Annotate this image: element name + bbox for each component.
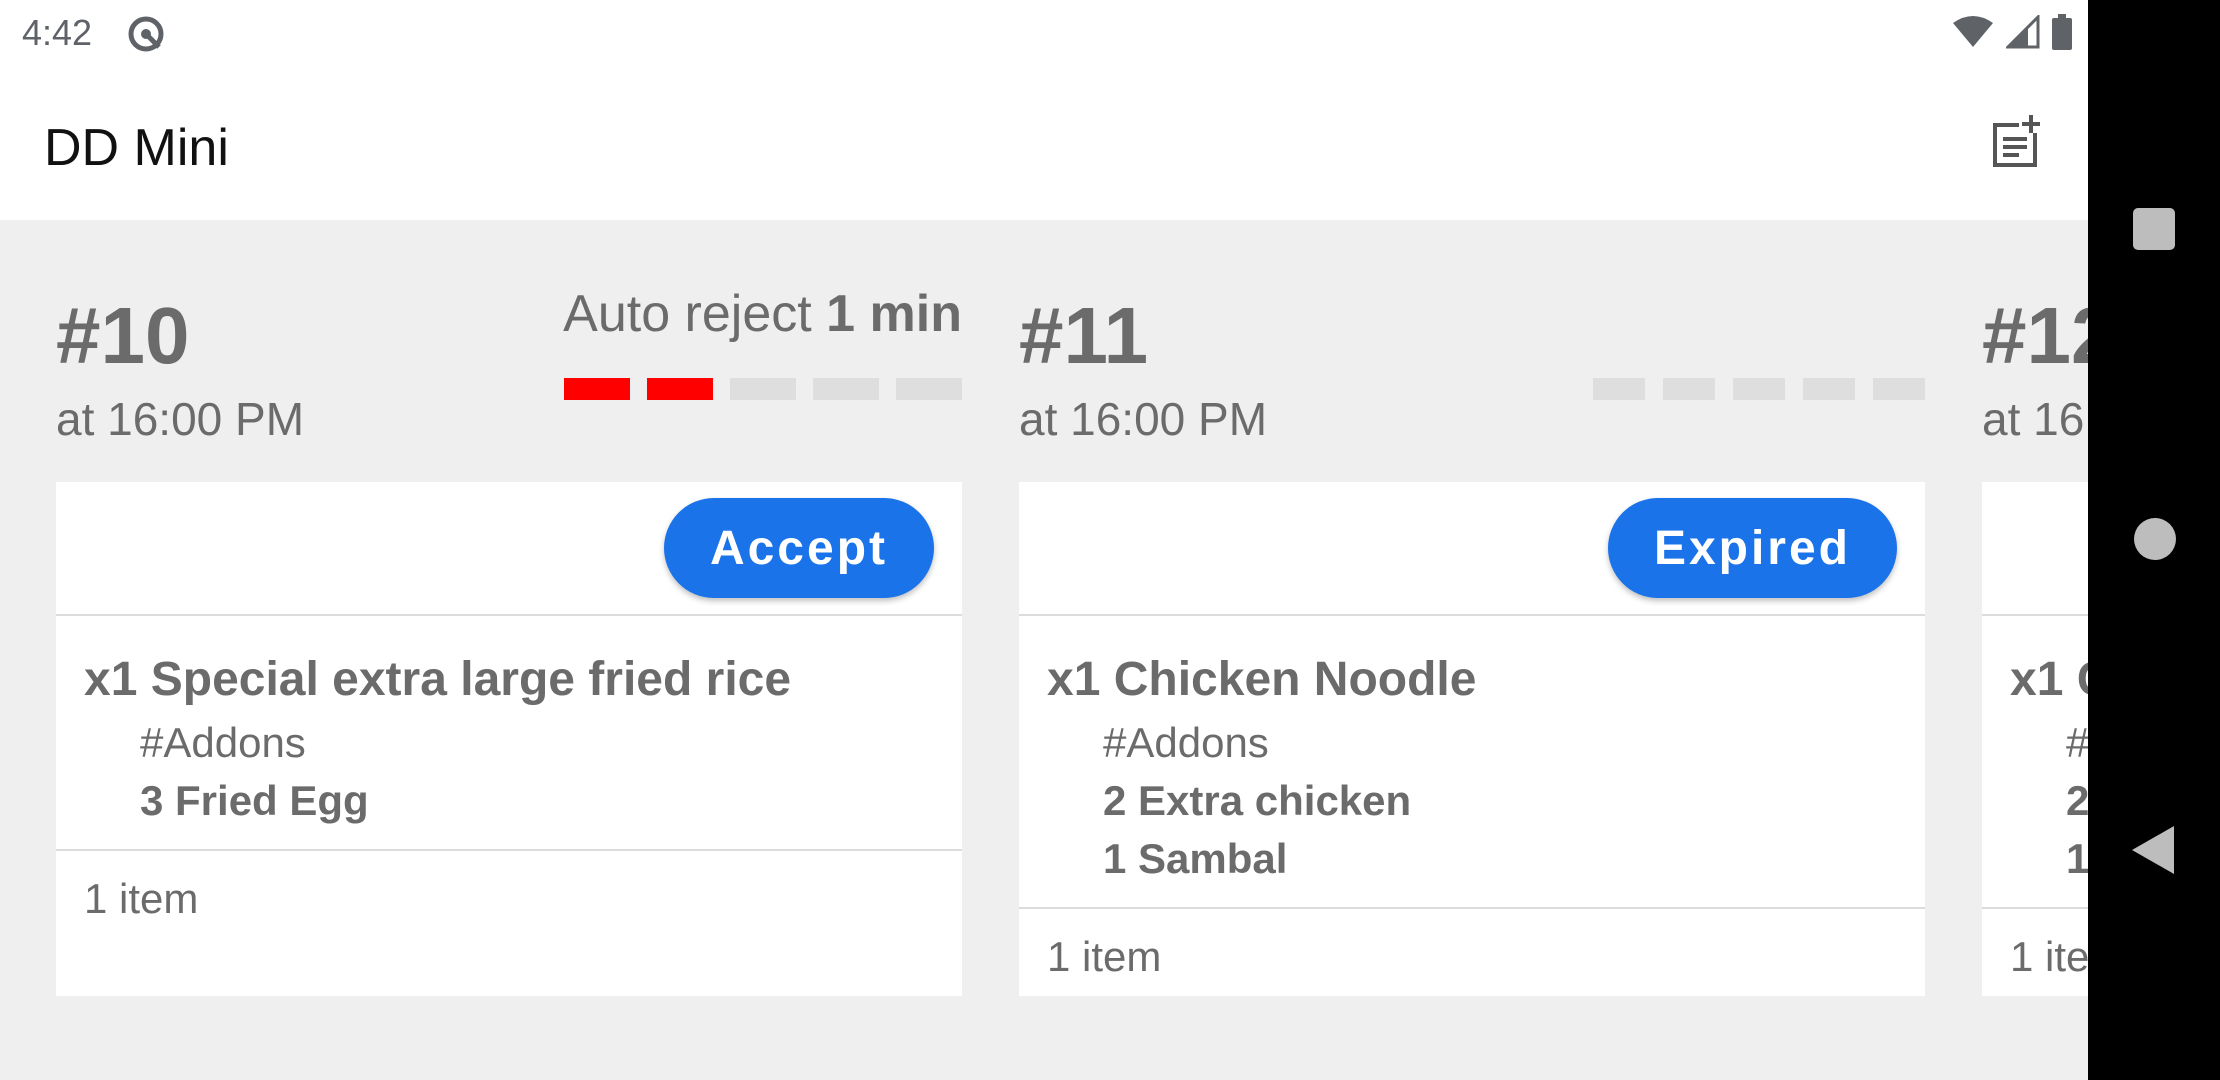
timer-segment <box>564 378 630 400</box>
timer-segment <box>730 378 796 400</box>
post-add-button[interactable] <box>1986 112 2050 176</box>
orders-list[interactable]: #10 at 16:00 PM Auto reject 1 min Accept… <box>0 220 2088 1080</box>
status-time: 4:42 <box>22 12 93 53</box>
home-icon[interactable] <box>2134 518 2176 560</box>
timer-bars <box>564 378 962 400</box>
timer-segment <box>1663 378 1715 400</box>
order-items: x1 Special extra large fried rice #Addon… <box>56 616 962 851</box>
order-items: x1 C #Addons 2 1 <box>1982 616 2088 909</box>
addon-line: 1 <box>2066 835 2088 882</box>
post-add-icon <box>1989 113 2047 176</box>
timer-segment <box>1803 378 1855 400</box>
expired-button[interactable]: Expired <box>1607 498 1897 598</box>
auto-reject-countdown: Auto reject 1 min <box>563 284 962 344</box>
timer-segment <box>1593 378 1645 400</box>
accept-button[interactable]: Accept <box>663 498 934 598</box>
order-number: #10 <box>56 291 190 380</box>
order-card[interactable]: Expired x1 Chicken Noodle #Addons 2 Extr… <box>1019 482 1925 996</box>
timer-segment <box>647 378 713 400</box>
auto-reject-value: 1 min <box>826 285 962 343</box>
item-count: 1 item <box>84 875 199 922</box>
timer-segment <box>1873 378 1925 400</box>
battery-icon <box>2052 14 2072 55</box>
auto-reject-label: Auto reject <box>563 285 812 343</box>
order-number: #11 <box>1019 291 1149 380</box>
navigation-bar <box>2088 0 2220 1080</box>
addon-line: 2 Extra chicken <box>1103 777 1412 824</box>
order-time: at 16:00 PM <box>56 393 305 445</box>
timer-segment <box>1733 378 1785 400</box>
item-count: 1 item <box>1047 933 1162 980</box>
item-line: x1 Special extra large fried rice <box>84 653 792 706</box>
card-header: Expired <box>1019 482 1925 616</box>
addons-heading: #Addons <box>2066 719 2088 766</box>
addon-line: 1 Sambal <box>1103 835 1288 882</box>
back-icon[interactable] <box>2132 826 2174 874</box>
order-time: at 16:00 PM <box>1982 393 2088 445</box>
order-card[interactable]: Accept x1 Special extra large fried rice… <box>56 482 962 996</box>
card-header: Accept <box>56 482 962 616</box>
order-number: #12 <box>1982 291 2088 380</box>
order-card[interactable]: x1 C #Addons 2 1 1 item <box>1982 482 2088 996</box>
item-count: 1 item <box>2010 933 2088 980</box>
recents-icon[interactable] <box>2133 208 2175 250</box>
at-sign-icon <box>126 14 166 54</box>
card-header <box>1982 482 2088 616</box>
order-time: at 16:00 PM <box>1019 393 1268 445</box>
addons-heading: #Addons <box>140 719 306 766</box>
app-title: DD Mini <box>44 119 229 177</box>
signal-icon <box>2004 13 2040 54</box>
item-line: x1 C <box>2010 653 2088 706</box>
item-line: x1 Chicken Noodle <box>1047 653 1477 706</box>
addons-heading: #Addons <box>1103 719 1269 766</box>
status-icons <box>1952 13 2072 55</box>
status-bar: 4:42 <box>0 0 2088 68</box>
timer-segment <box>813 378 879 400</box>
timer-bars <box>1593 378 1925 400</box>
addon-line: 2 <box>2066 777 2088 824</box>
app-bar: DD Mini <box>0 68 2088 220</box>
timer-segment <box>896 378 962 400</box>
order-items: x1 Chicken Noodle #Addons 2 Extra chicke… <box>1019 616 1925 909</box>
addon-line: 3 Fried Egg <box>140 777 369 824</box>
wifi-icon <box>1952 15 1994 54</box>
